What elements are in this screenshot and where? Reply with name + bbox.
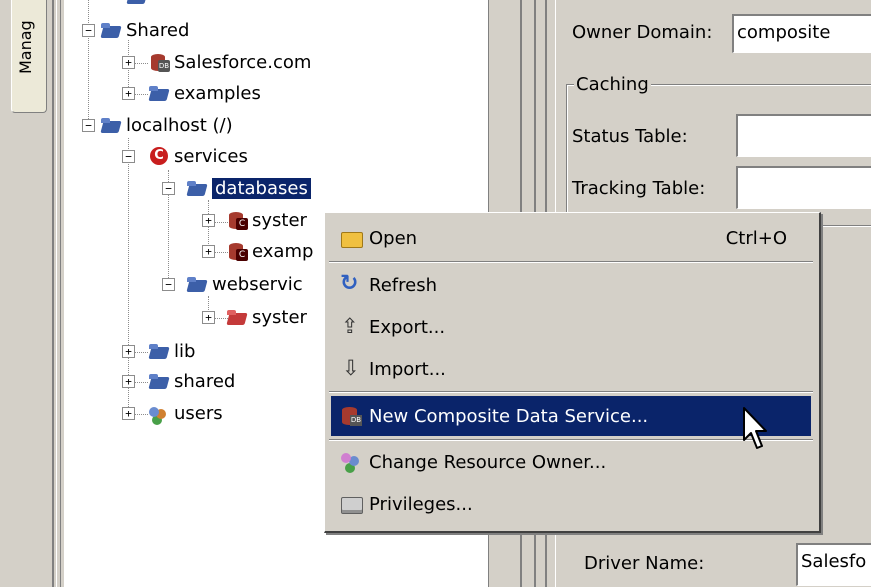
tree-item-label: lib <box>174 340 196 362</box>
collapse-toggle[interactable]: − <box>162 182 175 195</box>
expand-toggle[interactable]: + <box>202 311 215 324</box>
status-table-label: Status Table: <box>572 126 688 147</box>
caching-group-label: Caching <box>574 74 651 95</box>
tree-item-label: examples <box>174 82 261 104</box>
tree-item-examples-db[interactable]: examp <box>226 237 313 265</box>
expand-toggle[interactable]: + <box>122 345 135 358</box>
manager-tab-label: Manag <box>16 20 35 74</box>
tracking-table-label: Tracking Table: <box>572 178 706 199</box>
folder-icon <box>148 83 170 103</box>
tree-item-system-ws[interactable]: syster <box>226 303 307 331</box>
menu-item-import[interactable]: Import... <box>331 349 811 389</box>
tree-item-databases[interactable]: databases <box>186 174 311 202</box>
privileges-icon <box>339 492 363 516</box>
tree-item-partial <box>126 0 152 10</box>
menu-item-label: Change Resource Owner... <box>369 451 607 473</box>
collapse-toggle[interactable]: − <box>162 278 175 291</box>
expand-toggle[interactable]: + <box>122 375 135 388</box>
webservice-folder-icon <box>226 307 248 327</box>
folder-icon <box>100 115 122 135</box>
import-icon <box>339 356 363 381</box>
tree-item-label: localhost (/) <box>126 114 233 136</box>
menu-item-new-composite-data-service[interactable]: New Composite Data Service... <box>331 396 811 436</box>
left-divider <box>52 0 54 587</box>
menu-item-refresh[interactable]: Refresh <box>331 265 811 305</box>
menu-item-shortcut: Ctrl+O <box>725 227 787 249</box>
folder-icon <box>148 371 170 391</box>
folder-icon <box>126 0 148 6</box>
tree-item-webservices[interactable]: webservic <box>186 270 303 298</box>
tree-item-label: users <box>174 402 223 424</box>
left-divider-edge <box>56 0 61 587</box>
driver-name-label: Driver Name: <box>584 553 705 574</box>
new-data-service-icon <box>339 404 363 428</box>
menu-item-label: Export... <box>369 316 446 338</box>
services-icon <box>148 146 170 166</box>
folder-icon <box>186 178 208 198</box>
expand-toggle[interactable]: + <box>122 87 135 100</box>
tree-item-lib[interactable]: lib <box>148 337 195 365</box>
tree-item-services[interactable]: services <box>148 142 248 170</box>
tree-item-localhost[interactable]: localhost (/) <box>100 111 233 139</box>
collapse-toggle[interactable]: − <box>82 119 95 132</box>
tree-item-users[interactable]: users <box>148 399 223 427</box>
context-menu: Open Ctrl+O Refresh Export... Import... … <box>324 212 821 533</box>
mouse-cursor-icon <box>743 407 767 449</box>
composite-database-icon <box>226 210 248 230</box>
driver-name-field[interactable]: Salesfo <box>796 543 871 586</box>
menu-separator <box>329 391 813 393</box>
expand-toggle[interactable]: + <box>202 214 215 227</box>
tree-item-system-db[interactable]: syster <box>226 206 307 234</box>
tree-item-label: syster <box>252 209 307 231</box>
tree-item-label: Shared <box>126 19 190 41</box>
tracking-table-field[interactable] <box>736 166 871 209</box>
tree-item-shared-root[interactable]: Shared <box>100 16 189 44</box>
tree-item-label: webservic <box>212 273 303 295</box>
menu-separator <box>329 439 813 441</box>
menu-separator <box>329 261 813 263</box>
refresh-icon <box>339 271 363 297</box>
collapse-toggle[interactable]: − <box>82 24 95 37</box>
export-icon <box>339 314 363 339</box>
tree-item-examples[interactable]: examples <box>148 79 261 107</box>
tree-item-label-selected: databases <box>212 177 311 199</box>
tree-item-label: examp <box>252 240 314 262</box>
menu-item-label: Open <box>369 227 418 249</box>
menu-item-export[interactable]: Export... <box>331 307 811 347</box>
expand-toggle[interactable]: + <box>122 56 135 69</box>
collapse-toggle[interactable]: − <box>122 150 135 163</box>
manager-tab[interactable]: Manag <box>11 0 47 113</box>
change-owner-icon <box>339 450 363 474</box>
expand-toggle[interactable]: + <box>122 407 135 420</box>
database-icon <box>148 52 170 72</box>
menu-item-label: Import... <box>369 358 446 380</box>
menu-item-label: Privileges... <box>369 493 473 515</box>
tree-item-label: syster <box>252 306 307 328</box>
folder-icon <box>148 341 170 361</box>
menu-item-change-resource-owner[interactable]: Change Resource Owner... <box>331 442 811 482</box>
expand-toggle[interactable]: + <box>202 245 215 258</box>
tree-item-label: shared <box>174 370 236 392</box>
folder-icon <box>100 20 122 40</box>
menu-item-label: Refresh <box>369 274 437 296</box>
composite-database-icon <box>226 241 248 261</box>
menu-item-privileges[interactable]: Privileges... <box>331 484 811 524</box>
menu-item-open[interactable]: Open Ctrl+O <box>331 218 811 258</box>
tree-item-shared[interactable]: shared <box>148 367 235 395</box>
tree-item-salesforce[interactable]: Salesforce.com <box>148 48 311 76</box>
tree-item-label: services <box>174 145 248 167</box>
owner-domain-field[interactable]: composite <box>732 14 871 53</box>
status-table-field[interactable] <box>736 114 871 157</box>
users-icon <box>148 403 170 423</box>
folder-icon <box>186 274 208 294</box>
tree-item-label: Salesforce.com <box>174 51 312 73</box>
owner-domain-label: Owner Domain: <box>572 22 713 43</box>
open-folder-icon <box>339 226 363 250</box>
